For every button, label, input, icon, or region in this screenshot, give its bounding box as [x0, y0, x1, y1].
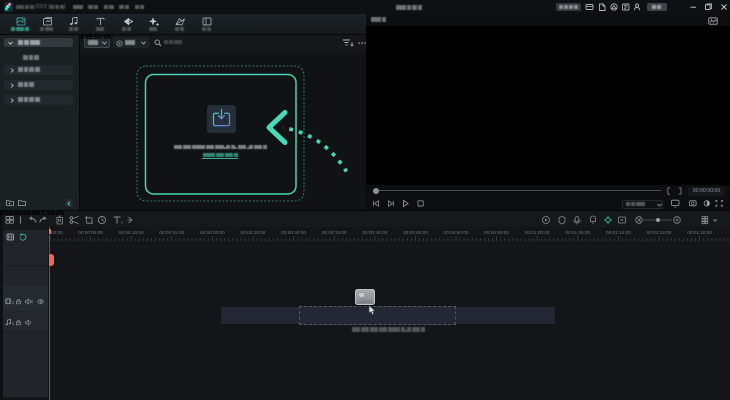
- svg-text:1: 1: [12, 321, 15, 326]
- svg-text:1: 1: [12, 299, 15, 304]
